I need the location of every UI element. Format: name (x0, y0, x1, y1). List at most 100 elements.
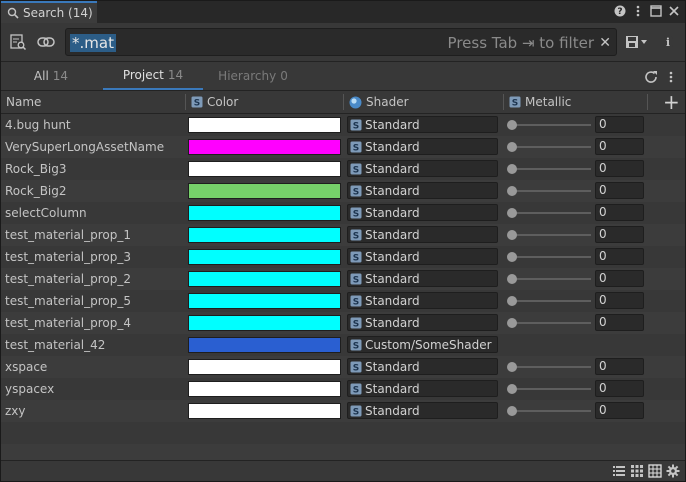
column-separator[interactable] (503, 94, 504, 110)
slider-knob[interactable] (507, 362, 517, 372)
color-swatch[interactable] (188, 403, 341, 419)
table-row[interactable]: test_material_prop_2 S Standard 0 (1, 268, 685, 290)
column-separator[interactable] (185, 94, 186, 110)
color-swatch[interactable] (188, 249, 341, 265)
color-swatch[interactable] (188, 139, 341, 155)
metallic-value-field[interactable]: 0 (595, 270, 644, 287)
table-row[interactable]: test_material_prop_5 S Standard 0 (1, 290, 685, 312)
color-swatch[interactable] (188, 337, 341, 353)
save-query-icon[interactable] (625, 34, 651, 50)
shader-field[interactable]: S Standard (347, 226, 498, 243)
column-header-name[interactable]: Name (6, 91, 41, 113)
table-row[interactable]: 4.bug hunt S Standard 0 (1, 114, 685, 136)
metallic-slider[interactable] (507, 268, 591, 290)
column-header-metallic[interactable]: S Metallic (509, 91, 571, 113)
metallic-slider[interactable] (507, 158, 591, 180)
add-column-button[interactable]: + (663, 90, 680, 114)
metallic-value-field[interactable]: 0 (595, 226, 644, 243)
slider-knob[interactable] (507, 186, 517, 196)
color-swatch[interactable] (188, 161, 341, 177)
slider-knob[interactable] (507, 208, 517, 218)
column-separator[interactable] (343, 94, 344, 110)
table-row[interactable]: selectColumn S Standard 0 (1, 202, 685, 224)
tab-hierarchy[interactable]: Hierarchy 0 (213, 62, 293, 90)
color-swatch[interactable] (188, 359, 341, 375)
metallic-value-field[interactable]: 0 (595, 314, 644, 331)
color-swatch[interactable] (188, 205, 341, 221)
window-tab[interactable]: Search (14) (1, 1, 97, 23)
slider-knob[interactable] (507, 230, 517, 240)
shader-field[interactable]: S Standard (347, 116, 498, 133)
sync-icon[interactable] (37, 36, 55, 48)
table-row[interactable]: VerySuperLongAssetName S Standard 0 (1, 136, 685, 158)
slider-knob[interactable] (507, 318, 517, 328)
metallic-slider[interactable] (507, 246, 591, 268)
slider-knob[interactable] (507, 296, 517, 306)
metallic-value-field[interactable]: 0 (595, 182, 644, 199)
maximize-icon[interactable] (649, 4, 663, 18)
metallic-slider[interactable] (507, 180, 591, 202)
shader-field[interactable]: S Standard (347, 380, 498, 397)
metallic-value-field[interactable]: 0 (595, 292, 644, 309)
color-swatch[interactable] (188, 315, 341, 331)
metallic-slider[interactable] (507, 312, 591, 334)
shader-field[interactable]: S Standard (347, 138, 498, 155)
saved-searches-icon[interactable] (9, 33, 27, 51)
settings-icon[interactable] (666, 464, 680, 478)
metallic-slider[interactable] (507, 114, 591, 136)
list-view-icon[interactable] (612, 464, 626, 478)
table-row[interactable]: Rock_Big3 S Standard 0 (1, 158, 685, 180)
metallic-value-field[interactable]: 0 (595, 358, 644, 375)
table-row[interactable]: test_material_prop_3 S Standard 0 (1, 246, 685, 268)
metallic-value-field[interactable]: 0 (595, 204, 644, 221)
table-row[interactable]: xspace S Standard 0 (1, 356, 685, 378)
metallic-value-field[interactable]: 0 (595, 380, 644, 397)
metallic-slider[interactable] (507, 136, 591, 158)
table-row[interactable]: test_material_prop_1 S Standard 0 (1, 224, 685, 246)
slider-knob[interactable] (507, 142, 517, 152)
info-icon[interactable]: i (661, 35, 675, 49)
color-swatch[interactable] (188, 271, 341, 287)
metallic-slider[interactable] (507, 224, 591, 246)
search-input[interactable]: *.mat Press Tab ⇥ to filter ✕ (65, 28, 617, 56)
shader-field[interactable]: S Standard (347, 314, 498, 331)
slider-knob[interactable] (507, 406, 517, 416)
column-header-color[interactable]: S Color (191, 91, 238, 113)
metallic-value-field[interactable]: 0 (595, 160, 644, 177)
shader-field[interactable]: S Standard (347, 270, 498, 287)
color-swatch[interactable] (188, 293, 341, 309)
close-icon[interactable] (667, 4, 681, 18)
metallic-slider[interactable] (507, 400, 591, 422)
refresh-icon[interactable] (643, 69, 659, 85)
search-query[interactable]: *.mat (70, 34, 116, 52)
metallic-value-field[interactable]: 0 (595, 402, 644, 419)
color-swatch[interactable] (188, 227, 341, 243)
tabs-menu-icon[interactable] (667, 70, 675, 84)
table-row[interactable]: test_material_42 S Custom/SomeShader (1, 334, 685, 356)
grid-small-icon[interactable] (630, 464, 644, 478)
table-row[interactable]: Rock_Big2 S Standard 0 (1, 180, 685, 202)
color-swatch[interactable] (188, 183, 341, 199)
metallic-value-field[interactable]: 0 (595, 116, 644, 133)
tab-project[interactable]: Project 14 (103, 62, 203, 90)
shader-field[interactable]: S Standard (347, 160, 498, 177)
color-swatch[interactable] (188, 117, 341, 133)
slider-knob[interactable] (507, 274, 517, 284)
help-icon[interactable]: ? (613, 4, 627, 18)
shader-field[interactable]: S Standard (347, 292, 498, 309)
shader-field[interactable]: S Standard (347, 358, 498, 375)
tab-all[interactable]: All 14 (23, 62, 79, 90)
metallic-slider[interactable] (507, 202, 591, 224)
metallic-value-field[interactable]: 0 (595, 138, 644, 155)
column-separator[interactable] (647, 94, 648, 110)
slider-knob[interactable] (507, 384, 517, 394)
table-view-icon[interactable] (648, 464, 662, 478)
shader-field[interactable]: S Custom/SomeShader (347, 336, 498, 353)
slider-knob[interactable] (507, 164, 517, 174)
clear-search-button[interactable]: ✕ (599, 34, 611, 52)
table-row[interactable]: zxy S Standard 0 (1, 400, 685, 422)
color-swatch[interactable] (188, 381, 341, 397)
menu-icon[interactable] (631, 4, 645, 18)
metallic-slider[interactable] (507, 290, 591, 312)
slider-knob[interactable] (507, 120, 517, 130)
